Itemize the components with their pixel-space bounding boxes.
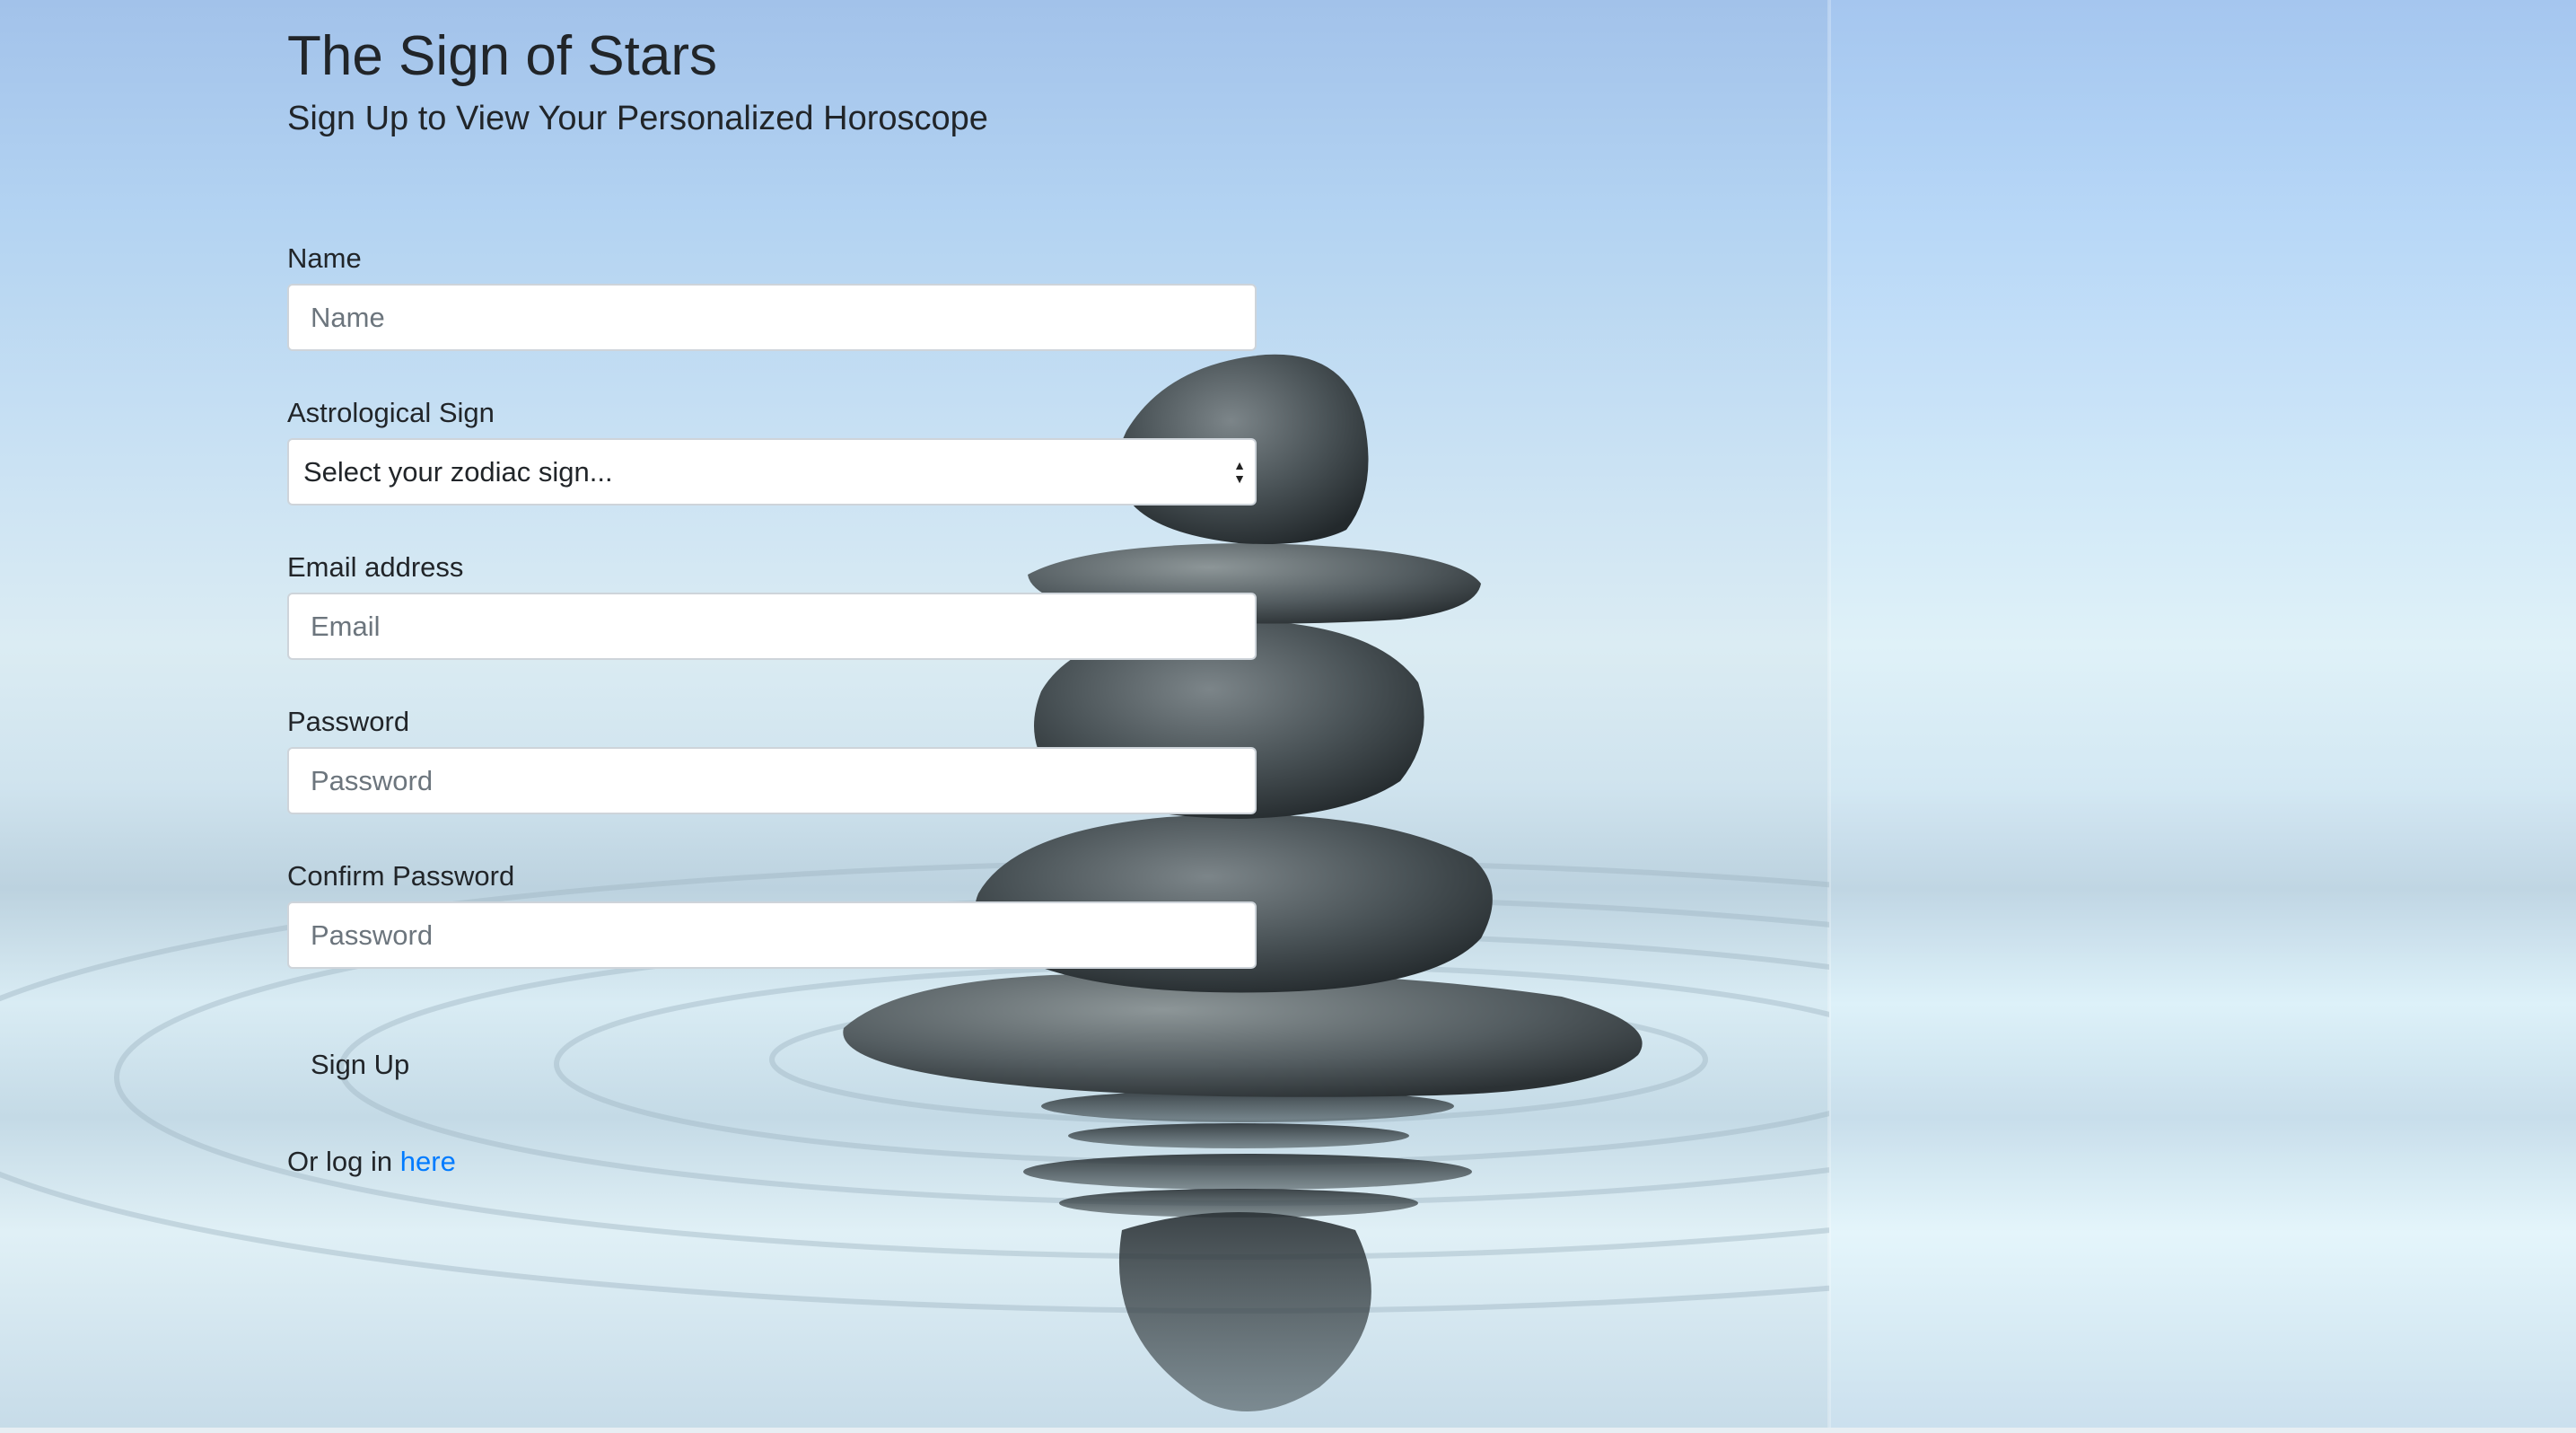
astrological-sign-label: Astrological Sign	[287, 397, 495, 428]
zodiac-sign-select[interactable]: Select your zodiac sign... ▲ ▼	[287, 438, 1257, 506]
name-input[interactable]	[287, 284, 1257, 351]
email-input[interactable]	[287, 593, 1257, 660]
email-form-group: Email address	[287, 549, 1257, 660]
login-link[interactable]: here	[400, 1146, 456, 1177]
password-form-group: Password	[287, 704, 1257, 814]
password-label: Password	[287, 706, 410, 737]
confirm-password-form-group: Confirm Password	[287, 858, 1257, 969]
name-label: Name	[287, 242, 362, 274]
background-image-right	[1829, 0, 2576, 1433]
sign-form-group: Astrological Sign Select your zodiac sig…	[287, 395, 1257, 506]
login-prompt-text: Or log in	[287, 1146, 393, 1177]
select-arrows-icon: ▲ ▼	[1233, 458, 1246, 486]
confirm-password-label: Confirm Password	[287, 860, 515, 892]
page-title: The Sign of Stars	[287, 25, 718, 87]
page-subtitle: Sign Up to View Your Personalized Horosc…	[287, 100, 988, 137]
bottom-strip	[0, 1428, 2576, 1433]
password-input[interactable]	[287, 747, 1257, 814]
email-label: Email address	[287, 551, 464, 583]
sign-up-button[interactable]: Sign Up	[287, 1029, 433, 1101]
zodiac-sign-selected-value: Select your zodiac sign...	[303, 455, 613, 488]
signup-form-container: The Sign of Stars Sign Up to View Your P…	[287, 22, 1257, 1177]
login-prompt: Or log in here	[287, 1144, 456, 1180]
confirm-password-input[interactable]	[287, 901, 1257, 969]
name-form-group: Name	[287, 241, 1257, 351]
